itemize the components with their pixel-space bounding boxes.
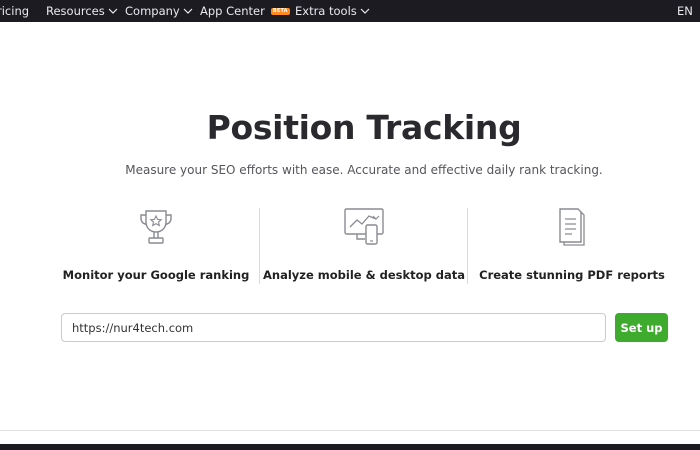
domain-url-input[interactable]: [61, 313, 606, 342]
nav-item-label: ricing: [0, 4, 30, 18]
chevron-down-icon: [108, 6, 118, 16]
nav-item-pricing[interactable]: ricing: [0, 0, 29, 22]
beta-badge: BETA: [270, 7, 290, 15]
feature-label: Monitor your Google ranking: [62, 268, 250, 282]
nav-item-company[interactable]: Company: [125, 0, 193, 22]
page-title: Position Tracking: [206, 108, 522, 147]
feature-monitor-ranking: Monitor your Google ranking: [51, 206, 261, 286]
page-subtitle: Measure your SEO efforts with ease. Accu…: [125, 163, 603, 177]
feature-pdf-reports: Create stunning PDF reports: [467, 206, 677, 286]
feature-label: Analyze mobile & desktop data: [262, 268, 466, 282]
feature-label: Create stunning PDF reports: [479, 268, 665, 282]
nav-item-extra-tools[interactable]: Extra tools: [295, 0, 370, 22]
language-label: EN: [677, 4, 693, 18]
nav-item-label: Resources: [46, 4, 105, 18]
chevron-down-icon: [360, 6, 370, 16]
nav-item-label: Extra tools: [295, 4, 357, 18]
footer-bar: [0, 444, 700, 450]
language-selector[interactable]: EN: [677, 0, 693, 22]
trophy-icon: [135, 206, 177, 248]
chevron-down-icon: [183, 6, 193, 16]
nav-item-app-center[interactable]: App Center BETA: [200, 0, 290, 22]
set-up-button[interactable]: Set up: [615, 313, 668, 342]
feature-analyze-devices: Analyze mobile & desktop data: [259, 206, 469, 286]
section-divider: [0, 430, 700, 431]
top-navigation-bar: ricing Resources Company App Center BETA…: [0, 0, 700, 22]
desktop-mobile-chart-icon: [343, 206, 385, 248]
nav-item-label: Company: [125, 4, 180, 18]
nav-item-label: App Center: [200, 4, 265, 18]
pdf-report-icon: [551, 206, 593, 248]
nav-item-resources[interactable]: Resources: [46, 0, 118, 22]
